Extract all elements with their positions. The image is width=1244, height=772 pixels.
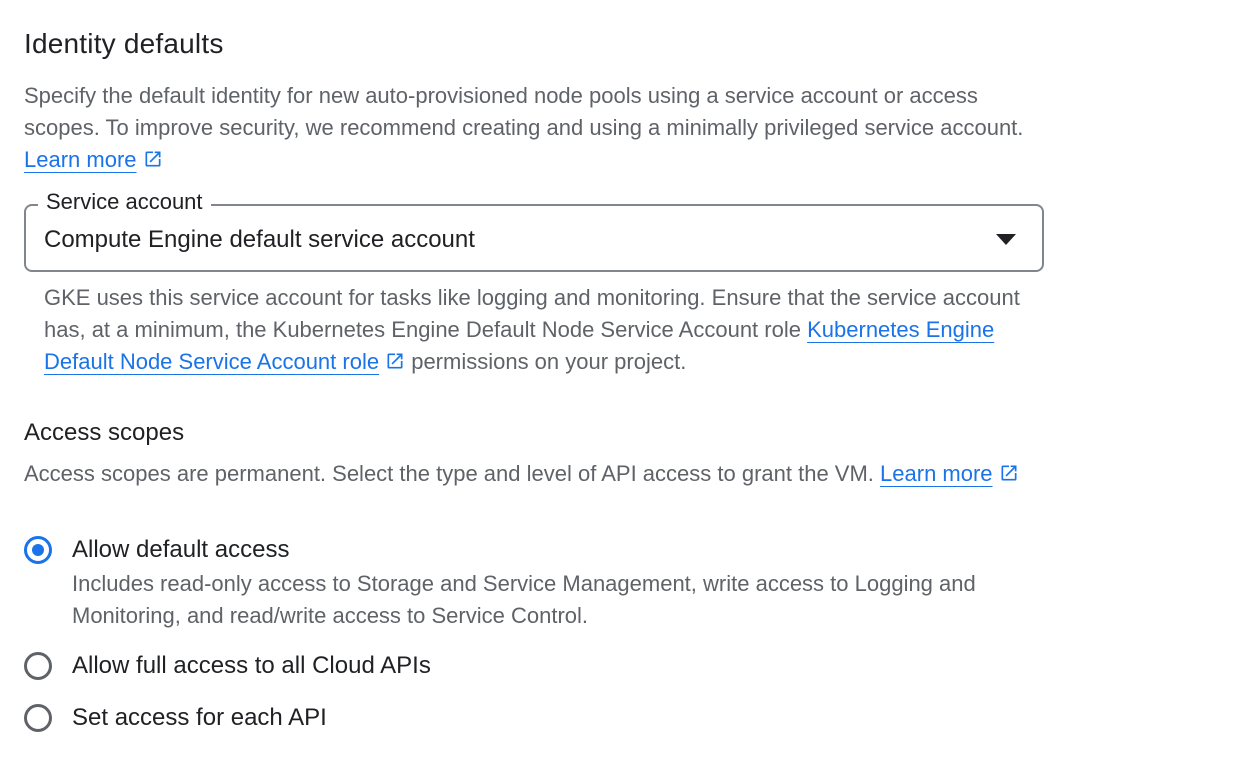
identity-learn-more-label: Learn more xyxy=(24,147,137,172)
access-scopes-description: Access scopes are permanent. Select the … xyxy=(24,458,1034,490)
service-account-hint: GKE uses this service account for tasks … xyxy=(44,282,1024,378)
radio-description-default-access: Includes read-only access to Storage and… xyxy=(72,571,976,628)
radio-option-text: Set access for each API xyxy=(72,702,327,734)
service-account-value: Compute Engine default service account xyxy=(44,226,475,253)
radio-option-text: Allow full access to all Cloud APIs xyxy=(72,650,431,682)
identity-defaults-title: Identity defaults xyxy=(24,28,224,59)
radio-label-default-access: Allow default access xyxy=(72,536,290,563)
identity-defaults-description: Specify the default identity for new aut… xyxy=(24,80,1034,176)
access-scopes-title: Access scopes xyxy=(24,419,185,446)
open-in-new-icon[interactable] xyxy=(999,463,1019,483)
arrow-drop-down-icon xyxy=(996,234,1016,245)
radio-unchecked-icon[interactable] xyxy=(24,652,52,680)
radio-label-full-access: Allow full access to all Cloud APIs xyxy=(72,652,431,679)
radio-option-full-access[interactable]: Allow full access to all Cloud APIs xyxy=(24,650,431,682)
radio-option-default-access[interactable]: Allow default access Includes read-only … xyxy=(24,534,1022,632)
service-account-label: Service account xyxy=(38,188,211,216)
radio-option-text: Allow default access Includes read-only … xyxy=(72,534,1022,632)
radio-label-per-api-access: Set access for each API xyxy=(72,704,327,731)
radio-unchecked-icon[interactable] xyxy=(24,704,52,732)
service-account-select[interactable]: Service account Compute Engine default s… xyxy=(24,188,1044,272)
identity-description-text: Specify the default identity for new aut… xyxy=(24,83,1024,140)
open-in-new-icon[interactable] xyxy=(143,149,163,169)
identity-learn-more-link[interactable]: Learn more xyxy=(24,147,137,172)
radio-checked-icon[interactable] xyxy=(24,536,52,564)
access-scopes-learn-more-label: Learn more xyxy=(880,461,993,486)
open-in-new-icon[interactable] xyxy=(385,351,405,371)
access-scopes-description-text: Access scopes are permanent. Select the … xyxy=(24,461,874,486)
access-scopes-learn-more-link[interactable]: Learn more xyxy=(880,461,993,486)
service-account-hint-suffix: permissions on your project. xyxy=(411,349,687,374)
radio-option-per-api-access[interactable]: Set access for each API xyxy=(24,702,327,734)
